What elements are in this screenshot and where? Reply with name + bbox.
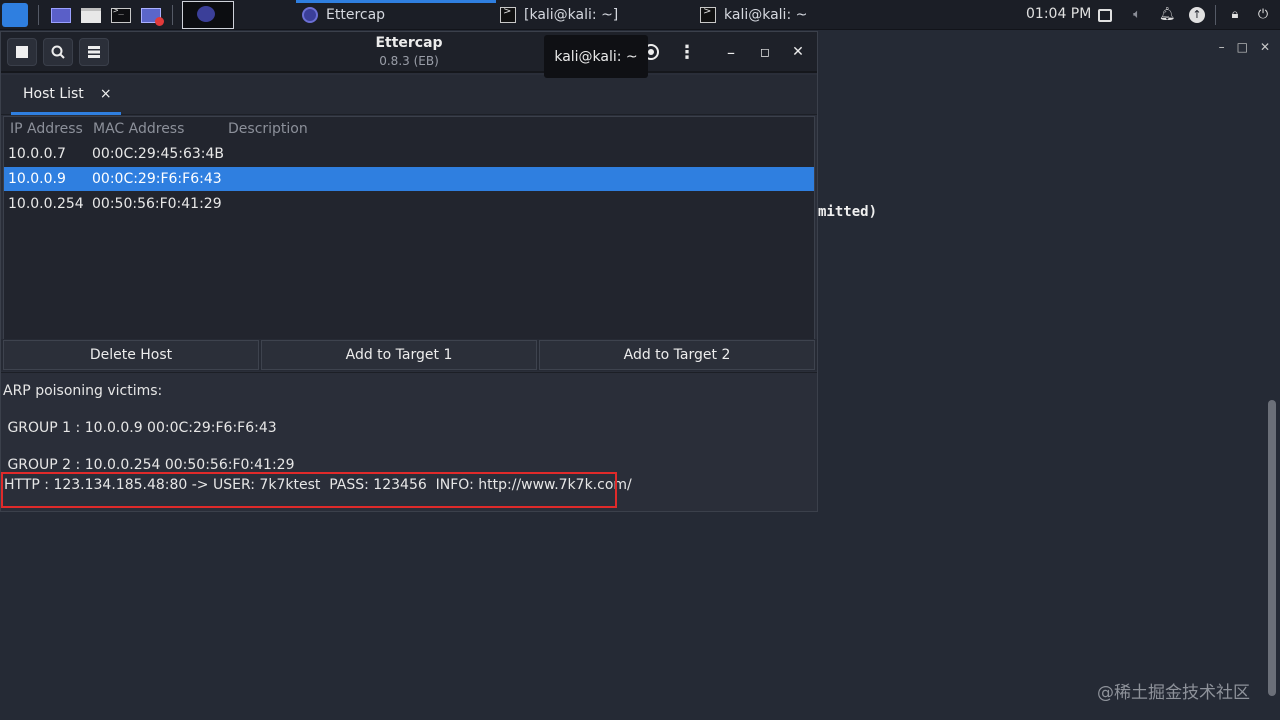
credentials-highlight-box — [1, 472, 617, 508]
table-row[interactable]: 10.0.0.254 00:50:56:F0:41:29 — [4, 192, 814, 216]
close-button[interactable]: ✕ — [784, 38, 812, 66]
add-to-target-1-button[interactable]: Add to Target 1 — [261, 340, 537, 370]
host-actions-bar: Delete Host Add to Target 1 Add to Targe… — [1, 339, 817, 371]
column-header-mac[interactable]: MAC Address — [93, 121, 184, 137]
kali-menu-icon[interactable] — [2, 3, 28, 27]
table-row[interactable]: 10.0.0.7 00:0C:29:45:63:4B — [4, 142, 814, 166]
minimize-button[interactable]: – — [717, 38, 745, 66]
taskbar-item-ettercap[interactable]: Ettercap — [296, 0, 496, 30]
kebab-menu-icon: ⋮ — [678, 41, 696, 63]
panel-separator — [38, 5, 39, 25]
workspace-thumbnail-icon — [197, 6, 215, 22]
taskbar-item-label: Ettercap — [326, 7, 386, 23]
panel-separator — [172, 5, 173, 25]
workspace-switcher[interactable] — [182, 1, 234, 29]
terminal-icon — [700, 6, 716, 23]
panel-clock[interactable]: 01:04 PM — [1026, 6, 1091, 22]
maximize-button[interactable]: ◻ — [751, 38, 779, 66]
update-icon[interactable]: ↑ — [1189, 7, 1205, 23]
more-options-button[interactable]: ⋮ — [673, 38, 701, 66]
background-terminal-text: mitted) — [818, 204, 878, 220]
panel-separator — [1215, 5, 1216, 25]
mac-cell: 00:0C:29:F6:F6:43 — [92, 171, 222, 187]
minimize-icon: – — [727, 42, 735, 62]
terminal-icon — [500, 6, 516, 23]
maximize-icon: ◻ — [760, 45, 770, 59]
taskbar-item-label: kali@kali: ~ — [724, 7, 808, 23]
volume-icon[interactable]: 🔈︎ — [1129, 7, 1145, 23]
host-list-table: IP Address MAC Address Description 10.0.… — [3, 116, 815, 340]
tab-host-list[interactable]: Host List × — [11, 75, 121, 115]
terminal-launcher-icon[interactable] — [110, 4, 132, 26]
ettercap-icon — [302, 7, 318, 23]
log-line: GROUP 2 : 10.0.0.254 00:50:56:F0:41:29 — [3, 457, 295, 473]
add-to-target-2-button[interactable]: Add to Target 2 — [539, 340, 815, 370]
mac-cell: 00:50:56:F0:41:29 — [92, 196, 222, 212]
taskbar-item-terminal-1[interactable]: [kali@kali: ~] — [496, 0, 696, 30]
close-icon: ✕ — [792, 44, 804, 60]
file-manager-icon[interactable] — [80, 4, 102, 26]
taskbar-item-terminal-2[interactable]: kali@kali: ~ — [696, 0, 896, 30]
notification-bell-icon[interactable]: 🔔︎ — [1159, 7, 1176, 23]
log-line: GROUP 1 : 10.0.0.9 00:0C:29:F6:F6:43 — [3, 420, 277, 436]
watermark: @稀土掘金技术社区 — [1097, 683, 1250, 703]
delete-host-button[interactable]: Delete Host — [3, 340, 259, 370]
minimize-icon[interactable]: – — [1219, 40, 1225, 54]
app-launcher-icon[interactable] — [140, 4, 164, 26]
power-icon[interactable]: ⏻ — [1255, 7, 1271, 23]
close-icon[interactable]: ✕ — [1260, 40, 1270, 54]
table-row-selected[interactable]: 10.0.0.9 00:0C:29:F6:F6:43 — [4, 167, 814, 191]
tab-bar: Host List × — [1, 75, 817, 115]
taskbar-item-label: [kali@kali: ~] — [524, 7, 619, 23]
display-icon[interactable] — [1098, 9, 1112, 22]
column-header-description[interactable]: Description — [228, 121, 308, 137]
window-header: Ettercap 0.8.3 (EB) ⋮ – ◻ ✕ — [1, 32, 817, 73]
log-output[interactable]: ARP poisoning victims: GROUP 1 : 10.0.0.… — [1, 372, 817, 511]
column-header-ip[interactable]: IP Address — [10, 121, 83, 137]
background-terminal-scrollbar[interactable] — [1268, 400, 1276, 696]
mac-cell: 00:0C:29:45:63:4B — [92, 146, 225, 162]
taskbar-tooltip: kali@kali: ~ — [544, 35, 648, 78]
maximize-icon[interactable]: □ — [1237, 40, 1248, 54]
ip-cell: 10.0.0.7 — [8, 146, 66, 162]
ip-cell: 10.0.0.254 — [8, 196, 84, 212]
show-desktop-icon[interactable] — [50, 4, 72, 26]
background-window-controls: – □ ✕ — [1219, 40, 1270, 54]
top-panel: Ettercap [kali@kali: ~] kali@kali: ~ 01:… — [0, 0, 1280, 30]
lock-icon[interactable]: 🔒︎ — [1227, 7, 1243, 23]
ip-cell: 10.0.0.9 — [8, 171, 66, 187]
tab-label: Host List — [23, 85, 84, 102]
log-line: ARP poisoning victims: — [3, 383, 163, 399]
tab-close-icon[interactable]: × — [100, 86, 112, 102]
ettercap-window: Ettercap 0.8.3 (EB) ⋮ – ◻ ✕ Host List × … — [0, 31, 818, 512]
